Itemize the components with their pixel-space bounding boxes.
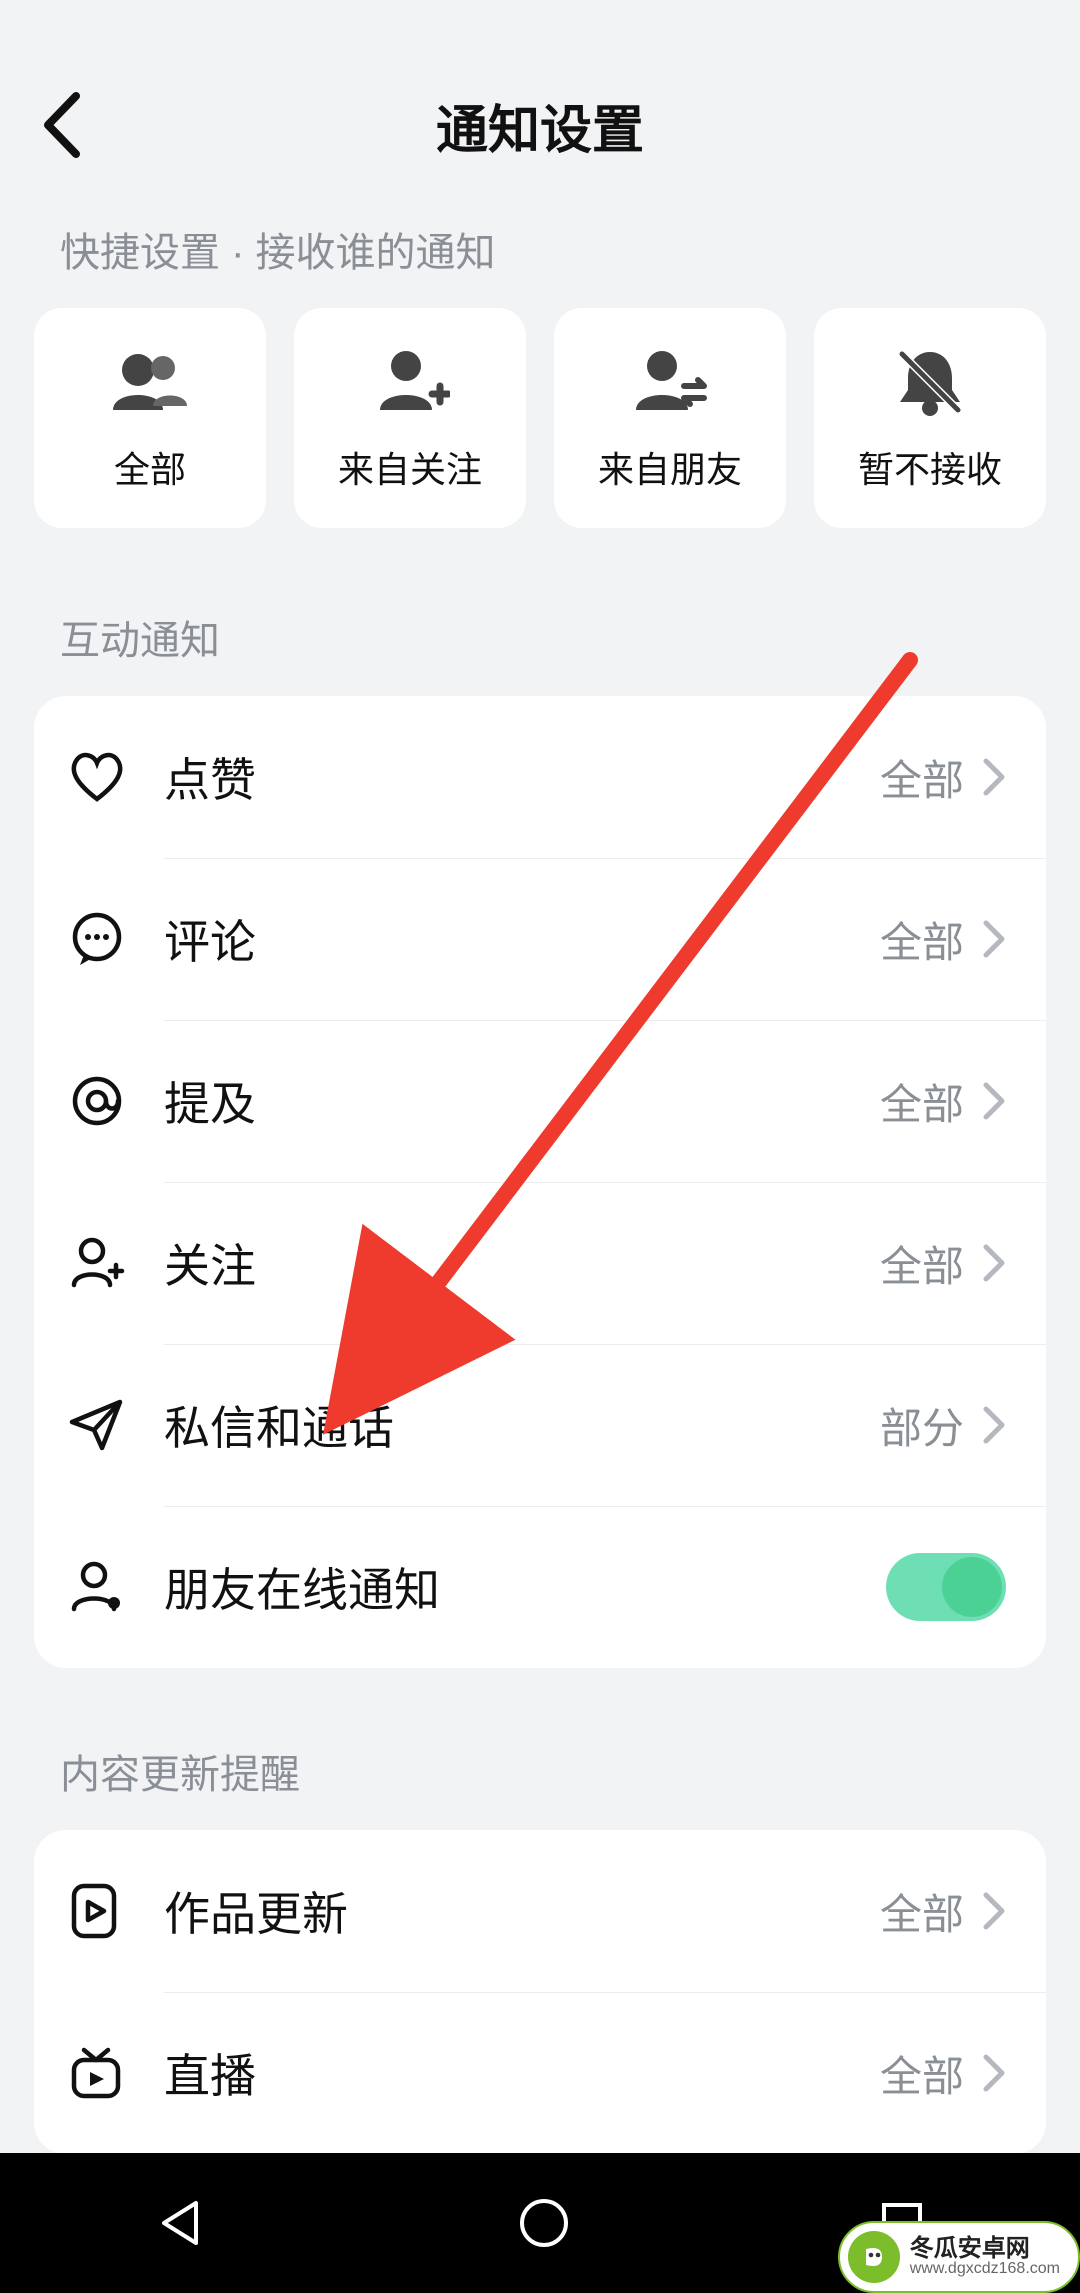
quick-card-label: 来自关注 [338, 441, 482, 493]
row-label: 点赞 [164, 744, 880, 810]
row-follow[interactable]: 关注 全部 [34, 1182, 1046, 1344]
watermark-title: 冬瓜安卓网 [910, 2236, 1060, 2261]
person-add-outline-icon [68, 1235, 164, 1291]
content-update-section-header: 内容更新提醒 [0, 1668, 1080, 1830]
heart-icon [68, 751, 164, 803]
nav-back-button[interactable] [152, 2193, 212, 2253]
content-update-list: 作品更新 全部 直播 全部 [34, 1830, 1046, 2154]
person-exchange-icon [628, 343, 712, 423]
row-dm-call[interactable]: 私信和通话 部分 [34, 1344, 1046, 1506]
quick-card-followed[interactable]: 来自关注 [294, 308, 526, 528]
chevron-left-icon [40, 90, 84, 160]
row-comment[interactable]: 评论 全部 [34, 858, 1046, 1020]
quick-section-header: 快捷设置 · 接收谁的通知 [0, 190, 1080, 308]
quick-card-friends[interactable]: 来自朋友 [554, 308, 786, 528]
chevron-right-icon [982, 1243, 1006, 1283]
chevron-right-icon [982, 919, 1006, 959]
chevron-right-icon [982, 757, 1006, 797]
nav-home-button[interactable] [515, 2194, 573, 2252]
row-work-update[interactable]: 作品更新 全部 [34, 1830, 1046, 1992]
header: 通知设置 [0, 60, 1080, 190]
quick-settings-row: 全部 来自关注 来自朋友 [0, 308, 1080, 578]
person-add-icon [370, 343, 450, 423]
watermark-badge: 冬瓜安卓网 www.dgxcdz168.com [838, 2221, 1080, 2293]
row-label: 直播 [164, 2040, 880, 2106]
row-value: 全部 [880, 1881, 964, 1942]
toggle-switch[interactable] [886, 1553, 1006, 1621]
row-label: 评论 [164, 906, 880, 972]
person-online-icon [68, 1559, 164, 1615]
people-icon [105, 343, 195, 423]
row-value: 部分 [880, 1395, 964, 1456]
interaction-list: 点赞 全部 评论 全部 提及 全部 [34, 696, 1046, 1668]
toggle-knob [942, 1557, 1002, 1617]
row-value: 全部 [880, 1071, 964, 1132]
watermark-url: www.dgxcdz168.com [910, 2261, 1060, 2278]
status-bar [0, 0, 1080, 60]
row-mention[interactable]: 提及 全部 [34, 1020, 1046, 1182]
row-value: 全部 [880, 2043, 964, 2104]
quick-card-label: 来自朋友 [598, 441, 742, 493]
chevron-right-icon [982, 1891, 1006, 1931]
circle-home-icon [515, 2194, 573, 2252]
row-value: 全部 [880, 1233, 964, 1294]
at-icon [68, 1073, 164, 1129]
row-friend-online[interactable]: 朋友在线通知 [34, 1506, 1046, 1668]
row-label: 私信和通话 [164, 1392, 880, 1458]
row-label: 作品更新 [164, 1878, 880, 1944]
chevron-right-icon [982, 1405, 1006, 1445]
quick-card-all[interactable]: 全部 [34, 308, 266, 528]
page-title: 通知设置 [436, 88, 644, 163]
live-tv-icon [68, 2046, 164, 2100]
row-label: 关注 [164, 1230, 880, 1296]
quick-card-label: 全部 [114, 441, 186, 493]
watermark-logo-icon [848, 2231, 900, 2283]
interaction-section-header: 互动通知 [0, 578, 1080, 696]
row-live[interactable]: 直播 全部 [34, 1992, 1046, 2154]
chevron-right-icon [982, 1081, 1006, 1121]
row-value: 全部 [880, 747, 964, 808]
bell-off-icon [890, 343, 970, 423]
row-like[interactable]: 点赞 全部 [34, 696, 1046, 858]
row-label: 朋友在线通知 [164, 1554, 886, 1620]
quick-card-mute[interactable]: 暂不接收 [814, 308, 1046, 528]
chevron-right-icon [982, 2053, 1006, 2093]
row-label: 提及 [164, 1068, 880, 1134]
comment-icon [68, 911, 164, 967]
video-file-icon [68, 1882, 164, 1940]
quick-card-label: 暂不接收 [858, 441, 1002, 493]
back-button[interactable] [40, 90, 84, 160]
triangle-back-icon [152, 2193, 212, 2253]
paper-plane-icon [68, 1398, 164, 1452]
row-value: 全部 [880, 909, 964, 970]
